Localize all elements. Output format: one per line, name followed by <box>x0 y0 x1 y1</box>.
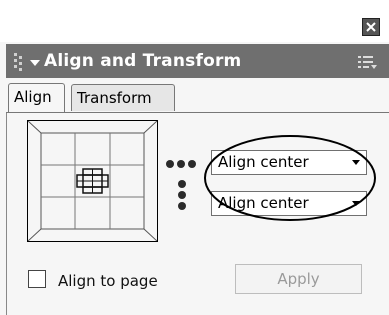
panel-title: Align and Transform <box>44 51 242 71</box>
align-transform-window: Align and Transform Align Transform Alig… <box>0 0 389 315</box>
center-align-marker-icon <box>76 168 109 194</box>
apply-button[interactable]: Apply <box>235 264 362 294</box>
highlight-ellipse <box>204 135 376 221</box>
tab-strip: Align Transform <box>6 80 389 113</box>
close-icon[interactable] <box>362 18 380 36</box>
tab-transform[interactable]: Transform <box>71 84 175 111</box>
panel-header[interactable]: Align and Transform <box>6 44 389 78</box>
align-to-page-label: Align to page <box>58 272 158 290</box>
align-to-page-checkbox[interactable] <box>28 270 46 288</box>
drag-grip-icon[interactable] <box>14 53 24 71</box>
window-top-bar <box>0 0 389 42</box>
tab-align[interactable]: Align <box>8 83 65 112</box>
alignment-preview-grid[interactable] <box>27 120 158 242</box>
options-menu-icon[interactable] <box>358 55 378 69</box>
triangle-down-icon[interactable] <box>30 60 40 66</box>
